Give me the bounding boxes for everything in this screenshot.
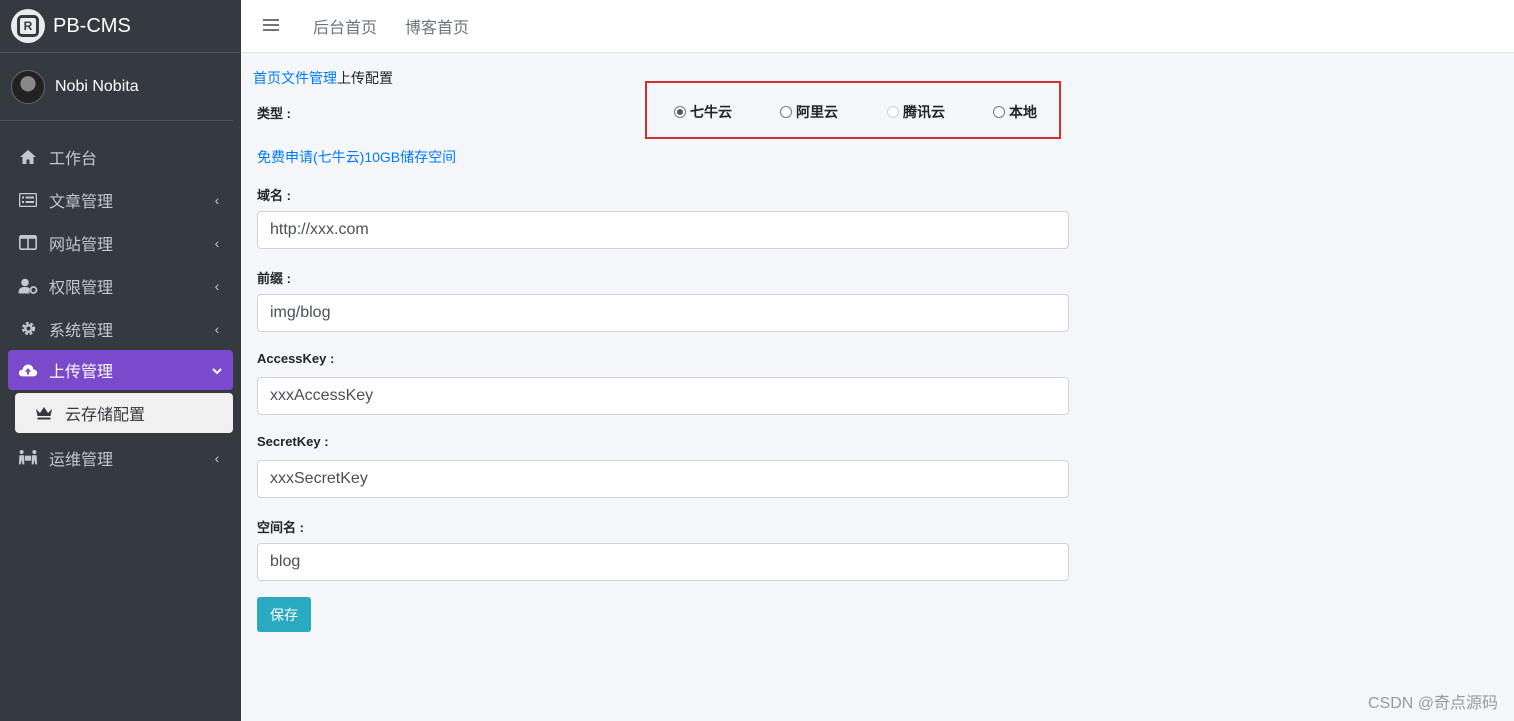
radio-button[interactable]: [674, 106, 686, 118]
home-icon: [18, 148, 38, 166]
sidebar-item-label: 权限管理: [49, 279, 114, 297]
radio-button[interactable]: [993, 106, 1005, 118]
sidebar-nav: 工作台 文章管理 ‹ 网站管理 ‹ 权限管理 ‹ 系统管理 ‹ 上传管理 云存储…: [0, 135, 241, 479]
secret-key-label: SecretKey :: [257, 434, 329, 449]
chevron-left-icon: ‹: [214, 449, 220, 466]
chevron-left-icon: ‹: [214, 234, 220, 251]
radio-local[interactable]: 本地: [993, 102, 1037, 122]
domain-input[interactable]: http://xxx.com: [257, 211, 1069, 249]
people-carry-icon: [18, 449, 38, 467]
breadcrumb: 首页文件管理上传配置: [253, 68, 393, 88]
sidebar-item-ops[interactable]: 运维管理 ‹: [8, 436, 233, 479]
type-label: 类型 :: [257, 106, 291, 121]
sidebar-item-label: 系统管理: [49, 322, 114, 340]
storage-type-radio-group: 七牛云 阿里云 腾讯云 本地: [645, 81, 1061, 139]
sidebar-item-label: 运维管理: [49, 451, 114, 469]
breadcrumb-file-management-link[interactable]: 文件管理: [281, 70, 337, 86]
crown-icon: [35, 406, 53, 420]
sidebar: R PB-CMS Nobi Nobita 工作台 文章管理 ‹ 网站管理 ‹ 权…: [0, 0, 241, 721]
sidebar-item-label: 上传管理: [49, 364, 114, 381]
chevron-down-icon: [211, 362, 223, 378]
radio-aliyun[interactable]: 阿里云: [780, 102, 838, 122]
sidebar-item-label: 工作台: [49, 150, 98, 168]
save-button[interactable]: 保存: [257, 597, 311, 632]
domain-label: 域名 :: [257, 188, 291, 203]
access-key-label: AccessKey :: [257, 351, 335, 366]
main-content: 首页文件管理上传配置 类型 : 七牛云 阿里云 腾讯云 本地 免费申请(七牛云)…: [241, 53, 1514, 721]
blog-home-link[interactable]: 博客首页: [405, 14, 469, 38]
free-storage-link[interactable]: 免费申请(七牛云)10GB储存空间: [257, 147, 456, 167]
radio-button[interactable]: [887, 106, 899, 118]
prefix-input[interactable]: img/blog: [257, 294, 1069, 332]
top-navbar: 后台首页 博客首页: [241, 0, 1514, 53]
radio-label: 本地: [1009, 104, 1037, 120]
breadcrumb-current: 上传配置: [337, 70, 393, 86]
brand-name: PB-CMS: [53, 14, 131, 37]
sidebar-item-upload[interactable]: 上传管理: [8, 350, 233, 390]
sidebar-item-label: 文章管理: [49, 193, 114, 211]
prefix-label: 前缀 :: [257, 271, 291, 286]
brand-link[interactable]: R PB-CMS: [0, 0, 241, 53]
radio-label: 七牛云: [690, 104, 732, 120]
columns-icon: [18, 234, 38, 252]
sidebar-item-website[interactable]: 网站管理 ‹: [8, 221, 233, 264]
admin-home-link[interactable]: 后台首页: [313, 14, 377, 38]
breadcrumb-home-link[interactable]: 首页: [253, 70, 281, 86]
sidebar-item-label: 网站管理: [49, 236, 114, 254]
bucket-label: 空间名 :: [257, 520, 304, 535]
sidebar-item-articles[interactable]: 文章管理 ‹: [8, 178, 233, 221]
gear-icon: [18, 320, 38, 338]
secret-key-input[interactable]: xxxSecretKey: [257, 460, 1069, 498]
chevron-left-icon: ‹: [214, 191, 220, 208]
sidebar-subitem-cloud-storage[interactable]: 云存储配置: [15, 393, 233, 433]
sidebar-item-system[interactable]: 系统管理 ‹: [8, 307, 233, 350]
menu-toggle-icon[interactable]: [263, 16, 283, 37]
chevron-left-icon: ‹: [214, 277, 220, 294]
sidebar-item-permissions[interactable]: 权限管理 ‹: [8, 264, 233, 307]
user-name: Nobi Nobita: [55, 77, 139, 95]
radio-button[interactable]: [780, 106, 792, 118]
user-cog-icon: [18, 277, 38, 295]
radio-qiniu[interactable]: 七牛云: [674, 102, 732, 122]
chevron-left-icon: ‹: [214, 320, 220, 337]
cloud-upload-icon: [18, 361, 38, 379]
list-icon: [18, 191, 38, 209]
watermark: CSDN @奇点源码: [1367, 695, 1498, 712]
user-panel[interactable]: Nobi Nobita: [0, 53, 233, 121]
sidebar-item-dashboard[interactable]: 工作台: [8, 135, 233, 178]
avatar: [11, 69, 45, 104]
sidebar-subitem-label: 云存储配置: [65, 407, 146, 424]
brand-logo-icon: R: [11, 9, 45, 43]
radio-tencent[interactable]: 腾讯云: [887, 102, 945, 122]
bucket-input[interactable]: blog: [257, 543, 1069, 581]
radio-label: 阿里云: [796, 104, 838, 120]
radio-label: 腾讯云: [903, 104, 945, 120]
access-key-input[interactable]: xxxAccessKey: [257, 377, 1069, 415]
